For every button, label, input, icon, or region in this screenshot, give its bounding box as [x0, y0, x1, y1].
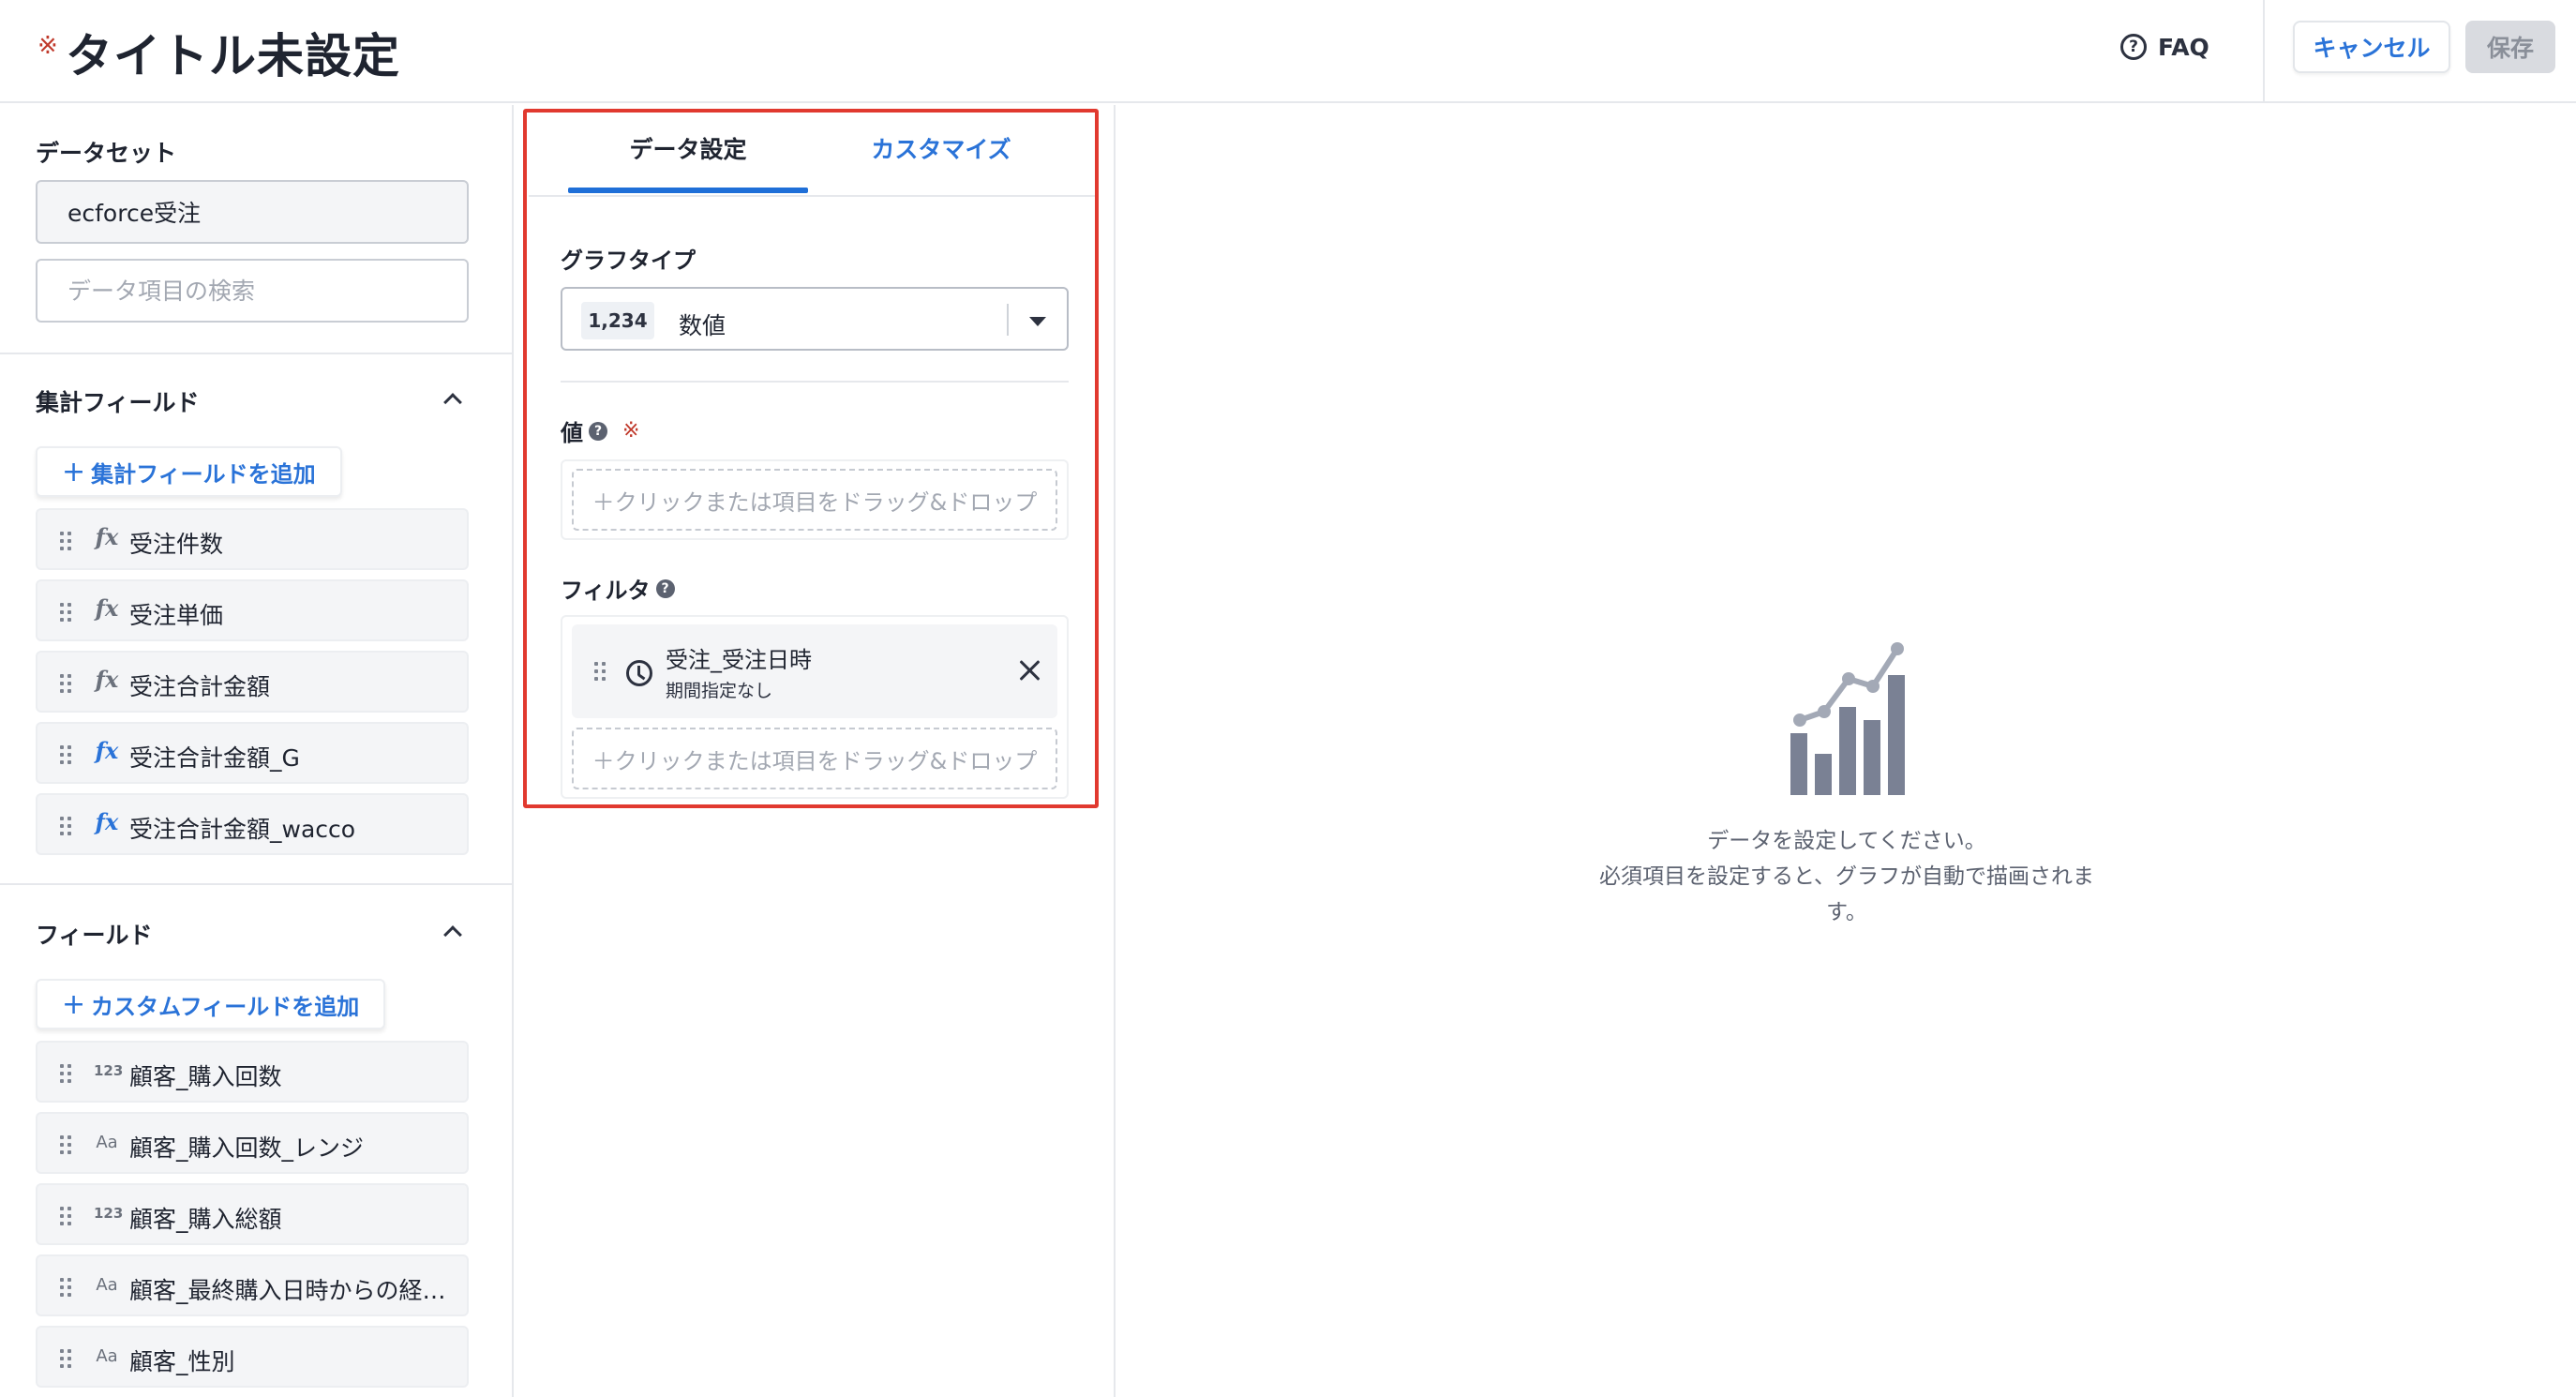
value-drop-zone[interactable]: ＋クリックまたは項目をドラッグ&ドロップ — [572, 469, 1057, 531]
number-type-icon: 123 — [94, 1205, 124, 1222]
drag-handle-icon[interactable] — [60, 1349, 71, 1368]
field-name: 受注合計金額_wacco — [129, 816, 356, 843]
drag-handle-icon[interactable] — [60, 532, 71, 550]
filter-item[interactable]: 受注_受注日時 期間指定なし — [572, 624, 1057, 718]
cancel-button[interactable]: キャンセル — [2293, 21, 2450, 73]
dataset-select[interactable]: ecforce受注 — [36, 180, 469, 244]
empty-state-message: データを設定してください。 必須項目を設定すると、グラフが自動で描画されます。 — [1584, 823, 2109, 930]
clock-icon — [626, 660, 652, 686]
field-name: 受注合計金額 — [129, 673, 271, 700]
add-custom-field-button[interactable]: + カスタムフィールドを追加 — [36, 979, 386, 1029]
dataset-label: データセット — [36, 140, 177, 167]
drag-handle-icon[interactable] — [60, 1064, 71, 1083]
field-name: 顧客_性別 — [129, 1348, 235, 1375]
drag-handle-icon[interactable] — [60, 603, 71, 622]
text-type-icon: Aa — [96, 1346, 118, 1366]
number-type-icon: 1,234 — [581, 302, 654, 339]
drag-handle-icon[interactable] — [60, 745, 71, 764]
required-mark: ※ — [622, 419, 640, 443]
active-tab-indicator — [568, 188, 808, 193]
tab-data-settings[interactable]: データ設定 — [568, 131, 808, 193]
faq-button[interactable]: ? FAQ — [2120, 28, 2209, 66]
formula-icon: fx — [95, 523, 119, 550]
field-name: 受注件数 — [129, 531, 224, 558]
header-divider — [2263, 0, 2265, 103]
field-item[interactable]: fx 受注合計金額_G — [36, 722, 469, 784]
field-item[interactable]: 123 顧客_購入回数 — [36, 1041, 469, 1103]
page-title[interactable]: タイトル未設定 — [66, 19, 400, 86]
drag-handle-icon[interactable] — [60, 1278, 71, 1297]
field-item[interactable]: Aa 顧客_購入回数_レンジ — [36, 1112, 469, 1174]
field-name: 受注合計金額_G — [129, 744, 300, 772]
required-mark: ※ — [37, 32, 58, 60]
drag-handle-icon[interactable] — [60, 1207, 71, 1225]
filter-area: 受注_受注日時 期間指定なし ＋クリックまたは項目をドラッグ&ドロップ — [561, 615, 1069, 799]
field-search-input[interactable] — [36, 259, 469, 323]
field-list: 123 顧客_購入回数 Aa 顧客_購入回数_レンジ 123 顧客_購入総額 Aa 顧客_最終… — [36, 1041, 469, 1397]
faq-label: FAQ — [2158, 33, 2209, 61]
agg-section-title: 集計フィールド — [36, 389, 200, 416]
value-label-row: 値 ? ※ — [561, 414, 639, 447]
chart-placeholder-icon — [1790, 642, 1905, 795]
formula-icon: fx — [95, 594, 119, 622]
field-name: 顧客_最終購入日時からの経… — [129, 1277, 446, 1304]
value-drop-area: ＋クリックまたは項目をドラッグ&ドロップ — [561, 459, 1069, 540]
save-button[interactable]: 保存 — [2465, 21, 2555, 73]
field-name: 顧客_購入回数_レンジ — [129, 1134, 365, 1162]
divider — [0, 883, 512, 885]
value-label: 値 — [561, 420, 583, 446]
drag-handle-icon[interactable] — [60, 674, 71, 693]
field-item[interactable]: fx 受注合計金額_wacco — [36, 793, 469, 855]
field-name: 顧客_購入総額 — [129, 1206, 282, 1233]
drag-handle-icon[interactable] — [594, 662, 606, 681]
formula-icon: fx — [95, 666, 119, 693]
add-custom-field-label: カスタムフィールドを追加 — [91, 993, 360, 1020]
number-type-icon: 123 — [94, 1062, 124, 1079]
help-icon[interactable]: ? — [589, 421, 607, 441]
field-item[interactable]: 123 顧客_購入総額 — [36, 1183, 469, 1245]
tab-customize[interactable]: カスタマイズ — [821, 131, 1061, 193]
field-item[interactable]: fx 受注合計金額 — [36, 651, 469, 713]
close-icon[interactable] — [1018, 658, 1042, 683]
help-icon[interactable]: ? — [655, 578, 675, 598]
empty-state-line2: 必須項目を設定すると、グラフが自動で描画されます。 — [1598, 864, 2095, 924]
field-item[interactable]: Aa 顧客_性別 — [36, 1326, 469, 1388]
text-type-icon: Aa — [96, 1133, 118, 1152]
field-item[interactable]: Aa 顧客_最終購入日時からの経… — [36, 1254, 469, 1316]
field-name: 受注単価 — [129, 602, 224, 629]
agg-field-list: fx 受注件数 fx 受注単価 fx 受注合計金額 fx 受注合計金額_G fx 受注合計金額_w… — [36, 508, 469, 908]
chevron-up-icon[interactable] — [443, 925, 462, 944]
field-section-title: フィールド — [36, 922, 153, 949]
graph-type-label: グラフタイプ — [561, 248, 696, 274]
filter-item-sub: 期間指定なし — [666, 681, 773, 701]
field-sidebar: データセット ecforce受注 集計フィールド + 集計フィールドを追加 fx… — [0, 105, 514, 1397]
plus-icon: + — [62, 455, 86, 488]
top-header: ※ タイトル未設定 ? FAQ キャンセル 保存 — [0, 0, 2576, 103]
chevron-up-icon[interactable] — [443, 393, 462, 412]
field-item[interactable]: fx 受注単価 — [36, 579, 469, 641]
add-agg-field-label: 集計フィールドを追加 — [91, 460, 316, 488]
help-circle-icon: ? — [2120, 34, 2147, 60]
graph-type-select[interactable]: 1,234 数値 — [561, 287, 1069, 351]
text-type-icon: Aa — [96, 1275, 118, 1295]
empty-state-line1: データを設定してください。 — [1707, 829, 1986, 853]
field-item[interactable]: fx 受注件数 — [36, 508, 469, 570]
caret-down-icon — [1029, 317, 1046, 326]
field-name: 顧客_購入回数 — [129, 1063, 282, 1090]
select-separator — [1007, 304, 1009, 336]
plus-icon: + — [62, 987, 86, 1021]
graph-type-value: 数値 — [679, 312, 726, 339]
drag-handle-icon[interactable] — [60, 1135, 71, 1154]
add-agg-field-button[interactable]: + 集計フィールドを追加 — [36, 446, 342, 497]
divider — [0, 353, 512, 354]
filter-drop-zone[interactable]: ＋クリックまたは項目をドラッグ&ドロップ — [572, 728, 1057, 789]
drag-handle-icon[interactable] — [60, 817, 71, 835]
filter-label: フィルタ — [561, 578, 651, 604]
tab-divider — [529, 195, 1095, 197]
custom-formula-icon: fx — [95, 737, 119, 764]
filter-label-row: フィルタ ? — [561, 572, 675, 605]
custom-formula-icon: fx — [95, 808, 119, 835]
filter-item-name: 受注_受注日時 — [666, 647, 812, 673]
divider — [561, 381, 1069, 383]
